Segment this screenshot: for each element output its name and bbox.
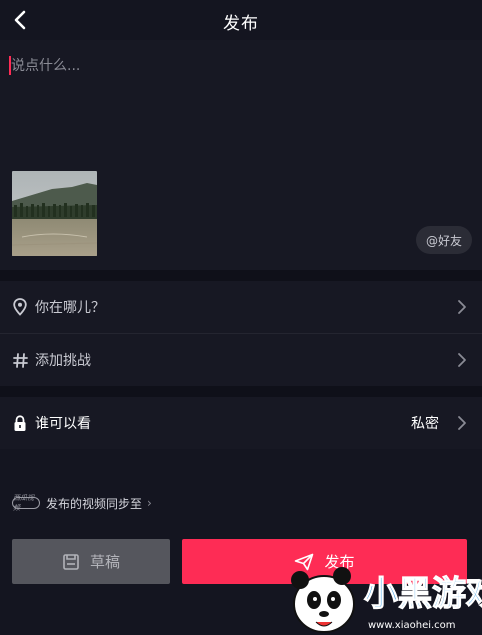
caption-input[interactable] (11, 54, 451, 78)
thumbnail-image (12, 171, 97, 256)
page-title: 发布 (223, 14, 259, 34)
challenge-row[interactable]: 添加挑战 (0, 334, 482, 386)
watermark-url: www.xiaohei.com (368, 620, 456, 631)
challenge-label: 添加挑战 (35, 353, 91, 369)
section-gap (0, 386, 482, 397)
draft-label: 草稿 (89, 553, 120, 571)
chevron-right-icon (458, 353, 466, 367)
location-row[interactable]: 你在哪儿？ (0, 281, 482, 333)
chevron-right-icon (458, 300, 466, 314)
draft-button[interactable]: 草稿 (12, 539, 170, 584)
privacy-value: 私密 (411, 416, 439, 432)
video-thumbnail[interactable] (12, 171, 97, 256)
watermark-brand: 小黑游戏 (364, 574, 482, 614)
lock-icon (12, 414, 28, 432)
sync-label: 发布的视频同步至 (46, 496, 143, 511)
xigua-video-logo: 西瓜视频 (12, 494, 40, 512)
mention-friends-button[interactable]: @好友 (416, 226, 472, 254)
panda-logo: 小黑游戏 www.xiaohei.com (291, 567, 482, 633)
location-label: 你在哪儿？ (35, 300, 105, 316)
section-gap (0, 270, 482, 281)
top-bar: 发布 (0, 0, 482, 40)
privacy-row[interactable]: 谁可以看 私密 (0, 397, 482, 449)
chevron-right-icon (458, 416, 466, 430)
privacy-label: 谁可以看 (35, 416, 91, 432)
draft-box-icon (62, 553, 80, 571)
location-pin-icon (12, 298, 28, 316)
site-watermark: 小黑游戏 www.xiaohei.com (286, 560, 482, 635)
chevron-right-icon: › (147, 496, 152, 510)
hashtag-icon (12, 351, 28, 369)
sync-option[interactable]: 西瓜视频 发布的视频同步至 › (12, 494, 152, 512)
compose-panel: @好友 (0, 40, 482, 270)
